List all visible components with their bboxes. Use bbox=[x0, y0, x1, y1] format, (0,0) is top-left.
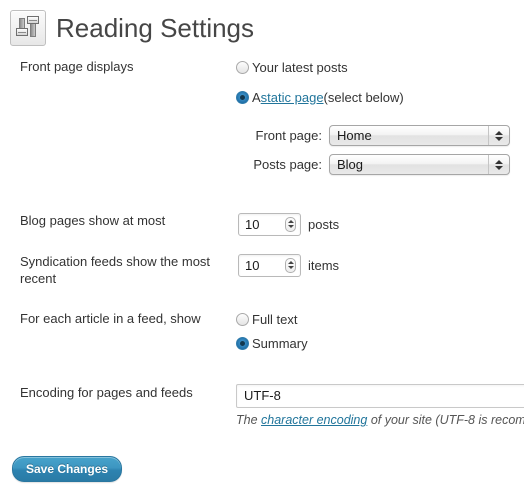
posts-page-select-value: Blog bbox=[337, 157, 364, 172]
encoding-help-text: The character encoding of your site (UTF… bbox=[236, 412, 524, 428]
encoding-help-suffix: of your site (UTF-8 is recommended) bbox=[370, 413, 524, 427]
page-header: Reading Settings bbox=[10, 8, 254, 48]
save-changes-button[interactable]: Save Changes bbox=[12, 456, 123, 482]
character-encoding-link[interactable]: character encoding bbox=[261, 413, 367, 427]
syndication-feeds-label: Syndication feeds show the most recent bbox=[20, 254, 211, 286]
front-page-displays-label: Front page displays bbox=[20, 59, 134, 74]
syndication-feeds-input[interactable]: 10 bbox=[238, 253, 301, 277]
feed-article-label: For each article in a feed, show bbox=[20, 311, 201, 326]
blog-pages-label: Blog pages show at most bbox=[20, 213, 166, 228]
encoding-field: UTF-8 bbox=[236, 384, 524, 408]
static-page-link[interactable]: static page bbox=[261, 90, 324, 105]
front-page-select-row: Front page: Home bbox=[243, 125, 510, 146]
front-page-displays-options: Your latest posts A static page (select … bbox=[236, 58, 404, 106]
radio-static-page-suffix: (select below) bbox=[323, 89, 404, 105]
chevron-updown-icon[interactable] bbox=[488, 126, 509, 145]
encoding-input[interactable]: UTF-8 bbox=[236, 384, 524, 408]
blog-pages-unit: posts bbox=[308, 216, 340, 232]
radio-latest-posts-label: Your latest posts bbox=[252, 59, 348, 75]
radio-full-text[interactable]: Full text bbox=[236, 310, 308, 328]
chevron-updown-icon[interactable] bbox=[488, 155, 509, 174]
front-page-select[interactable]: Home bbox=[329, 125, 510, 146]
radio-latest-posts[interactable]: Your latest posts bbox=[236, 58, 404, 76]
blog-pages-input[interactable]: 10 bbox=[238, 212, 301, 236]
sliders-icon bbox=[10, 10, 46, 46]
reading-settings-page: Reading Settings Front page displays You… bbox=[0, 0, 524, 503]
radio-summary-indicator[interactable] bbox=[236, 336, 249, 350]
encoding-value: UTF-8 bbox=[244, 388, 281, 403]
radio-static-page[interactable]: A static page (select below) bbox=[236, 88, 404, 106]
syndication-feeds-unit: items bbox=[308, 257, 340, 273]
encoding-help-prefix: The bbox=[236, 413, 262, 427]
syndication-feeds-stepper[interactable] bbox=[285, 257, 296, 273]
page-select-group: Front page: Home Posts page: Blog bbox=[243, 125, 510, 183]
feed-article-options: Full text Summary bbox=[236, 310, 308, 352]
syndication-feeds-field: 10 items bbox=[238, 253, 339, 277]
save-changes-label: Save Changes bbox=[26, 462, 109, 476]
encoding-label: Encoding for pages and feeds bbox=[20, 385, 193, 400]
front-page-select-caption: Front page: bbox=[255, 128, 323, 143]
page-title: Reading Settings bbox=[56, 13, 255, 43]
posts-page-select-row: Posts page: Blog bbox=[243, 154, 510, 175]
radio-static-page-prefix: A bbox=[252, 89, 261, 105]
radio-full-text-indicator[interactable] bbox=[236, 312, 249, 326]
radio-summary-label: Summary bbox=[252, 335, 308, 351]
radio-full-text-label: Full text bbox=[252, 311, 298, 327]
posts-page-select[interactable]: Blog bbox=[329, 154, 510, 175]
front-page-select-value: Home bbox=[337, 128, 372, 143]
blog-pages-value: 10 bbox=[245, 216, 260, 232]
radio-static-page-indicator[interactable] bbox=[236, 90, 249, 104]
radio-latest-posts-indicator[interactable] bbox=[236, 60, 249, 74]
radio-summary[interactable]: Summary bbox=[236, 334, 308, 352]
blog-pages-field: 10 posts bbox=[238, 212, 339, 236]
blog-pages-stepper[interactable] bbox=[285, 216, 296, 232]
posts-page-select-caption: Posts page: bbox=[253, 157, 322, 172]
syndication-feeds-value: 10 bbox=[245, 257, 260, 273]
